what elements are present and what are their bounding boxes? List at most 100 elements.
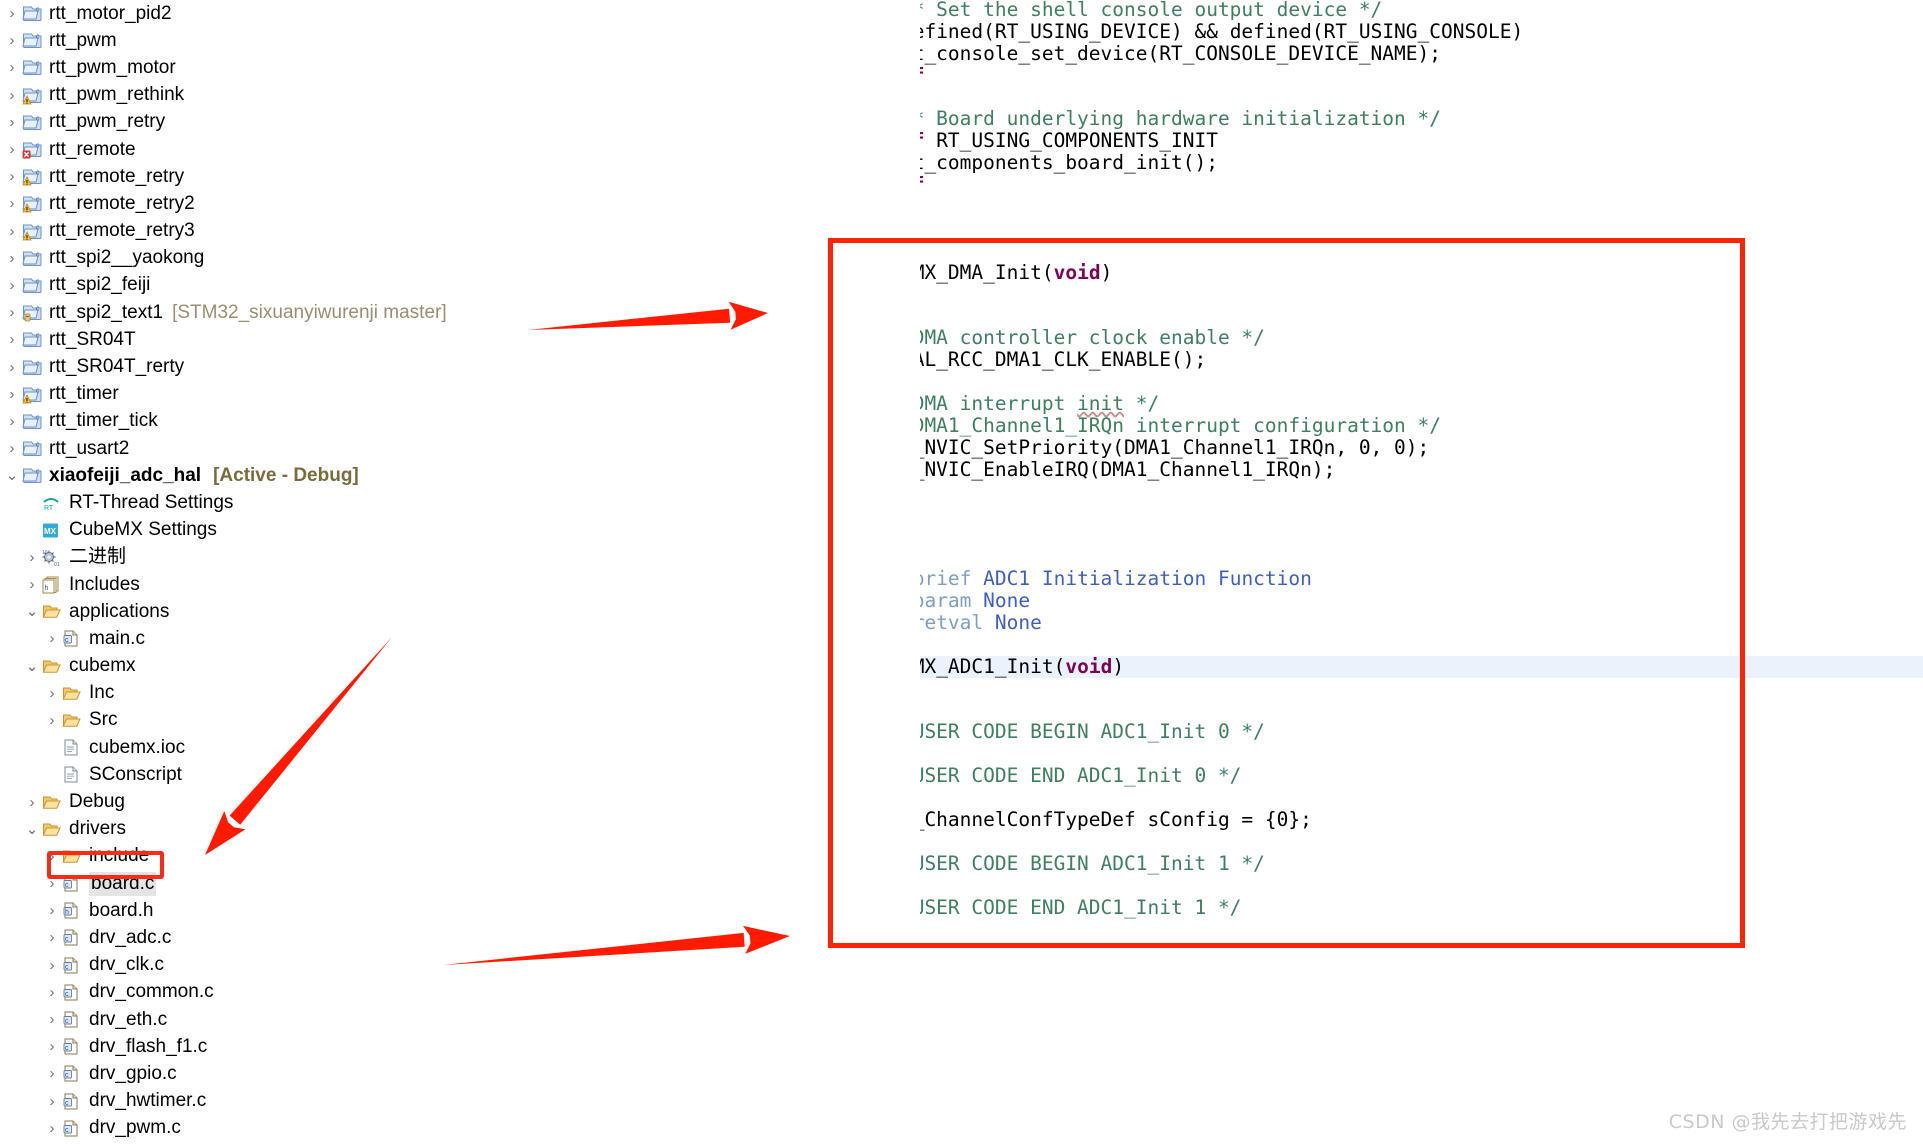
tree-item-rtt_spi2_text1[interactable]: ›crtt_spi2_text1[STM32_sixuanyiwurenji m… (0, 299, 920, 326)
tree-item-drivers[interactable]: ⌄drivers (0, 816, 920, 843)
chevron-right-icon[interactable]: › (4, 6, 20, 21)
tree-item-cubemx.ioc[interactable]: cubemx.ioc (0, 734, 920, 761)
tree-item-label-wrap: drv_flash_f1.c (89, 1036, 207, 1058)
tree-item-label: rtt_timer_tick (49, 410, 158, 431)
tree-item-drv_eth.c[interactable]: ›cdrv_eth.c (0, 1006, 920, 1033)
chevron-right-icon[interactable]: › (4, 360, 20, 375)
chevron-right-icon[interactable]: › (44, 1094, 60, 1109)
tree-item-drv_clk.c[interactable]: ›cdrv_clk.c (0, 952, 920, 979)
project-c-icon: c (22, 466, 43, 485)
tree-item-rt-thread-settings[interactable]: RTRT-Thread Settings (0, 489, 920, 516)
tree-item-drv_pwm.c[interactable]: ›cdrv_pwm.c (0, 1115, 920, 1142)
tree-item-rtt_remote_retry3[interactable]: ›crtt_remote_retry3 (0, 218, 920, 245)
chevron-right-icon[interactable]: › (4, 305, 20, 320)
chevron-right-icon[interactable]: › (44, 876, 60, 891)
tree-item-rtt_usart2[interactable]: ›crtt_usart2 (0, 435, 920, 462)
tree-item-board.c[interactable]: ›cboard.c (0, 870, 920, 897)
tree-item-rtt_pwm[interactable]: ›crtt_pwm (0, 27, 920, 54)
chevron-right-icon[interactable]: › (24, 795, 40, 810)
tree-item-drv_flash_f1.c[interactable]: ›cdrv_flash_f1.c (0, 1033, 920, 1060)
tree-item-xiaofeiji_adc_hal[interactable]: ⌄cxiaofeiji_adc_hal[Active - Debug] (0, 462, 920, 489)
chevron-right-icon[interactable]: › (4, 224, 20, 239)
tree-item-rtt_pwm_rethink[interactable]: ›crtt_pwm_rethink (0, 82, 920, 109)
chevron-right-icon[interactable]: › (44, 849, 60, 864)
chevron-right-icon[interactable]: › (4, 33, 20, 48)
tree-item-drv_hwtimer.c[interactable]: ›cdrv_hwtimer.c (0, 1088, 920, 1115)
code-token: /* USER CODE END ADC1_Init 1 */ (920, 896, 1241, 919)
chevron-right-icon[interactable]: › (44, 958, 60, 973)
tree-item-applications[interactable]: ⌄applications (0, 598, 920, 625)
tree-item-drv_adc.c[interactable]: ›cdrv_adc.c (0, 924, 920, 951)
tree-item-board.h[interactable]: ›hboard.h (0, 897, 920, 924)
tree-item-rtt_remote_retry2[interactable]: ›crtt_remote_retry2 (0, 190, 920, 217)
chevron-right-icon[interactable]: › (44, 686, 60, 701)
chevron-down-icon[interactable]: ⌄ (24, 659, 40, 674)
tree-item-label-wrap: cubemx (69, 655, 136, 677)
tree-item-rtt_pwm_retry[interactable]: ›crtt_pwm_retry (0, 109, 920, 136)
tree-item-rtt_remote[interactable]: ›crtt_remote (0, 136, 920, 163)
chevron-right-icon[interactable]: › (4, 60, 20, 75)
tree-item-drv_qspi.c[interactable]: ›cdrv_qspi.c (0, 1142, 920, 1146)
tree-item-rtt_pwm_motor[interactable]: ›crtt_pwm_motor (0, 54, 920, 81)
tree-item-cubemx-settings[interactable]: MXCubeMX Settings (0, 517, 920, 544)
svg-text:c: c (65, 1127, 69, 1134)
chevron-right-icon[interactable]: › (44, 1012, 60, 1027)
chevron-right-icon[interactable]: › (24, 577, 40, 592)
chevron-right-icon[interactable]: › (4, 115, 20, 130)
tree-item-cubemx[interactable]: ⌄ cubemx (0, 653, 920, 680)
chevron-right-icon[interactable]: › (44, 903, 60, 918)
chevron-right-icon[interactable]: › (4, 387, 20, 402)
chevron-down-icon[interactable]: ⌄ (24, 822, 40, 837)
chevron-right-icon[interactable]: › (44, 713, 60, 728)
chevron-right-icon[interactable]: › (44, 930, 60, 945)
tree-item-rtt_timer_tick[interactable]: ›crtt_timer_tick (0, 408, 920, 435)
tree-item-rtt_sr04t[interactable]: ›crtt_SR04T (0, 326, 920, 353)
tree-item-main.c[interactable]: ›cmain.c (0, 625, 920, 652)
chevron-right-icon[interactable]: › (24, 550, 40, 565)
chevron-right-icon[interactable]: › (44, 1039, 60, 1054)
tree-item-label: rtt_spi2_text1 (49, 302, 163, 323)
chevron-right-icon[interactable]: › (4, 441, 20, 456)
tree-item-sconscript[interactable]: SConscript (0, 761, 920, 788)
chevron-right-icon[interactable]: › (4, 196, 20, 211)
tree-item-drv_common.c[interactable]: ›cdrv_common.c (0, 979, 920, 1006)
code-token: /* Board underlying hardware initializat… (920, 107, 1441, 130)
tree-item-src[interactable]: ›Src (0, 707, 920, 734)
tree-item-rtt_remote_retry[interactable]: ›crtt_remote_retry (0, 163, 920, 190)
code-editor-panel[interactable]: 30 /* Set the shell console output devic… (920, 0, 1923, 1146)
code-token: @brief (920, 567, 971, 590)
tree-item-rtt_timer[interactable]: ›crtt_timer (0, 381, 920, 408)
chevron-down-icon[interactable]: ⌄ (24, 604, 40, 619)
tree-item-label-wrap: xiaofeiji_adc_hal (49, 465, 201, 487)
tree-item-label-wrap: 二进制 (69, 546, 126, 568)
project-c-icon: c (22, 276, 43, 295)
code-token: MX_ADC1_Init( (920, 655, 1065, 678)
tree-item-label-wrap: drv_common.c (89, 981, 214, 1003)
code-token: RT_USING_COMPONENTS_INIT (924, 129, 1218, 152)
tree-item-rtt_spi2_feiji[interactable]: ›crtt_spi2_feiji (0, 272, 920, 299)
chevron-right-icon[interactable]: › (4, 332, 20, 347)
chevron-right-icon[interactable]: › (44, 1121, 60, 1136)
chevron-down-icon[interactable]: ⌄ (4, 468, 20, 483)
chevron-right-icon[interactable]: › (44, 631, 60, 646)
tree-item-inc[interactable]: ›Inc (0, 680, 920, 707)
chevron-right-icon[interactable]: › (4, 278, 20, 293)
tree-item-debug[interactable]: ›Debug (0, 788, 920, 815)
chevron-right-icon[interactable]: › (44, 1066, 60, 1081)
tree-item-label-wrap: rtt_pwm_motor (49, 57, 176, 79)
tree-item-rtt_motor_pid2[interactable]: ›crtt_motor_pid2 (0, 0, 920, 27)
chevron-right-icon[interactable]: › (4, 142, 20, 157)
tree-item--[interactable]: ›1001二进制 (0, 544, 920, 571)
chevron-right-icon[interactable]: › (4, 169, 20, 184)
tree-item-drv_gpio.c[interactable]: ›cdrv_gpio.c (0, 1060, 920, 1087)
tree-item-rtt_sr04t_rerty[interactable]: ›crtt_SR04T_rerty (0, 353, 920, 380)
project-explorer-panel[interactable]: ›crtt_motor_pid2›crtt_pwm›crtt_pwm_motor… (0, 0, 920, 1146)
chevron-right-icon[interactable]: › (4, 414, 20, 429)
chevron-right-icon[interactable]: › (44, 985, 60, 1000)
chevron-right-icon[interactable]: › (4, 88, 20, 103)
tree-item-rtt_spi2__yaokong[interactable]: ›crtt_spi2__yaokong (0, 245, 920, 272)
folder-icon (42, 820, 63, 839)
chevron-right-icon[interactable]: › (4, 251, 20, 266)
tree-item-includes[interactable]: ›hIncludes (0, 571, 920, 598)
tree-item-include[interactable]: ›include (0, 843, 920, 870)
